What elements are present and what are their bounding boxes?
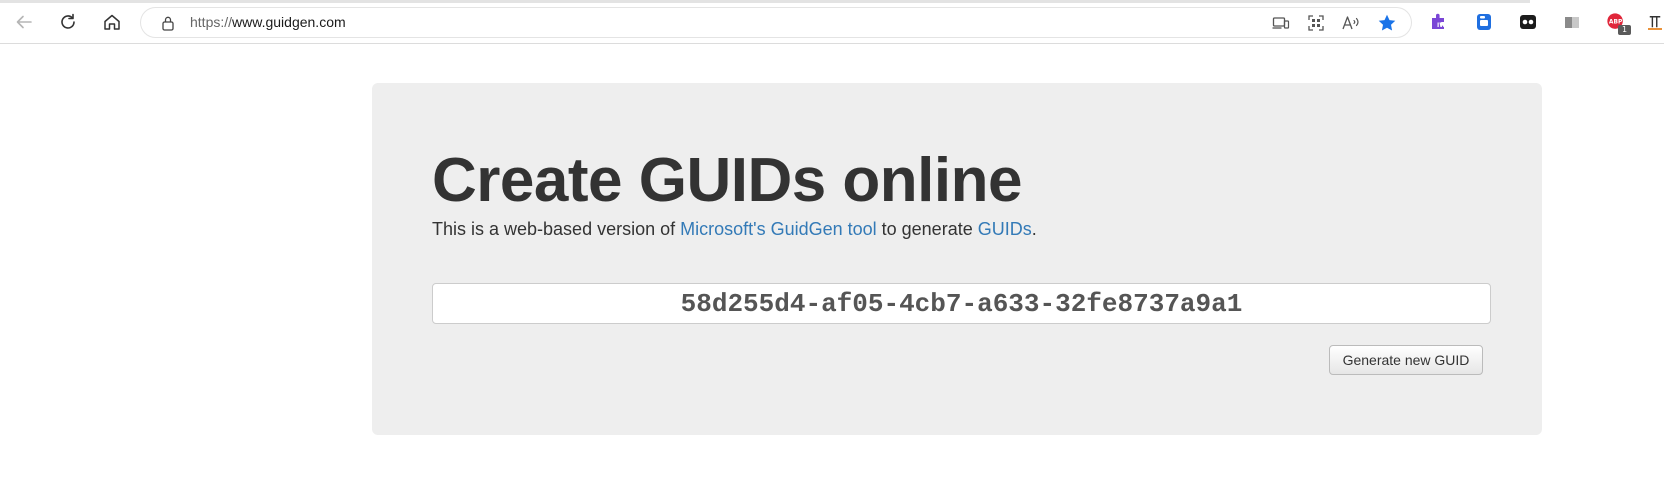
url-text[interactable]: https://www.guidgen.com [190,14,346,31]
extension-purple-icon[interactable]: IW [1429,12,1449,32]
intro-text-after: . [1031,219,1037,239]
url-prefix: https:// [190,14,233,30]
page-title: Create GUIDs online [432,146,1022,215]
extension-gray-icon[interactable] [1562,12,1582,32]
lock-icon[interactable] [160,14,176,31]
reload-icon[interactable] [55,9,81,35]
guids-link[interactable]: GUIDs [978,219,1032,239]
guidgen-tool-link[interactable]: Microsoft's GuidGen tool [680,219,877,239]
intro-text: This is a web-based version of Microsoft… [432,218,1037,240]
address-bar[interactable]: https://www.guidgen.com [140,7,1412,38]
svg-text:IW: IW [1437,22,1446,29]
extension-blue-icon[interactable] [1474,12,1494,32]
back-arrow-icon[interactable] [11,9,37,35]
extension-dark-icon[interactable] [1518,12,1538,32]
browser-toolbar: https://www.guidgen.com IW ABP 1 [0,0,1664,44]
url-host: www.guidgen.com [232,14,346,30]
generate-new-guid-button[interactable]: Generate new GUID [1329,345,1483,375]
extension-badge: 1 [1618,25,1631,35]
star-icon[interactable] [1377,13,1397,33]
home-icon[interactable] [99,9,125,35]
loading-strip [0,0,1530,3]
intro-text-before: This is a web-based version of [432,219,681,239]
extension-partial-icon[interactable] [1648,12,1662,32]
qr-code-icon[interactable] [1306,13,1326,33]
app-available-icon[interactable] [1271,13,1291,33]
guid-output-field[interactable] [432,283,1491,324]
hero-panel: Create GUIDs online This is a web-based … [372,83,1542,435]
intro-text-middle: to generate [876,219,978,239]
extension-red-icon[interactable]: ABP 1 [1606,12,1631,35]
read-aloud-icon[interactable] [1341,13,1361,33]
